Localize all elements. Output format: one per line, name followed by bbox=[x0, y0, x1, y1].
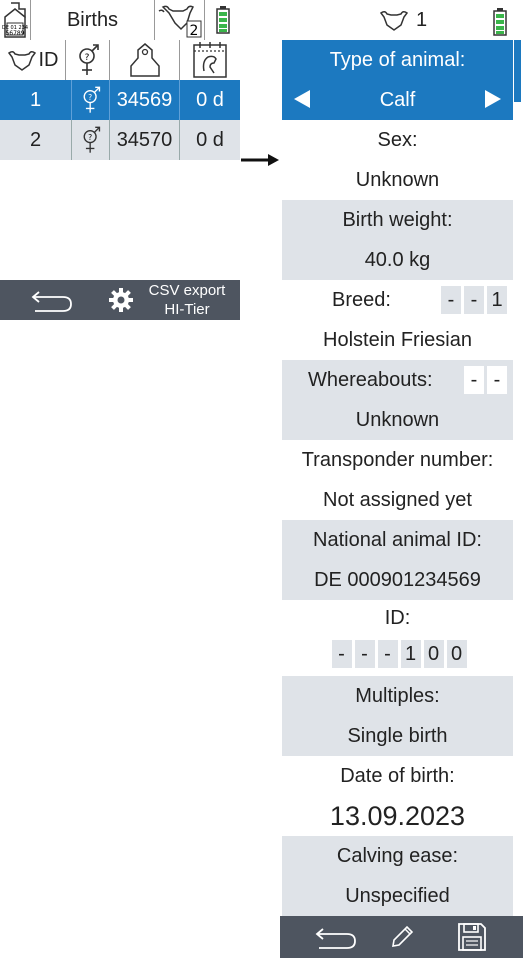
multiples-value[interactable]: Single birth bbox=[282, 716, 513, 756]
hi-tier-label: HI-Tier bbox=[164, 301, 210, 318]
whereabouts-row: Whereabouts: - - bbox=[282, 360, 513, 400]
transponder-value[interactable]: Not assigned yet bbox=[282, 480, 513, 520]
column-header-sex[interactable]: ? bbox=[66, 40, 110, 80]
type-of-animal-value: Calf bbox=[379, 88, 416, 111]
csv-export-button[interactable]: CSV export HI-Tier bbox=[104, 280, 240, 320]
calving-ease-label: Calving ease: bbox=[282, 836, 513, 876]
eartag-number: 34569 bbox=[110, 80, 180, 120]
age-value: 0 d bbox=[196, 128, 224, 151]
column-header-age[interactable] bbox=[180, 40, 240, 80]
date-of-birth-label: Date of birth: bbox=[282, 756, 513, 796]
prev-arrow-icon[interactable] bbox=[292, 88, 312, 116]
whereabouts-digit: - bbox=[487, 366, 507, 394]
save-button[interactable] bbox=[448, 916, 496, 958]
breed-code[interactable]: - - 1 bbox=[438, 286, 507, 314]
column-header-id-label: ID bbox=[38, 48, 59, 71]
right-header: 1 bbox=[282, 0, 523, 40]
save-disk-icon bbox=[458, 923, 486, 951]
birth-weight-label: Birth weight: bbox=[282, 200, 513, 240]
group-count: 2 bbox=[189, 23, 198, 39]
back-button[interactable] bbox=[20, 280, 84, 320]
edit-button[interactable] bbox=[380, 916, 424, 958]
gender-icon: ? bbox=[72, 120, 110, 160]
breed-row: Breed: - - 1 bbox=[282, 280, 513, 320]
svg-text:?: ? bbox=[84, 53, 89, 63]
back-button[interactable] bbox=[304, 916, 368, 958]
eartag-number: 34570 bbox=[110, 120, 180, 160]
id-digit: 1 bbox=[400, 640, 421, 668]
arrow-right-icon bbox=[240, 152, 280, 173]
calendar-calf-icon bbox=[193, 42, 227, 78]
date-of-birth-value[interactable]: 13.09.2023 bbox=[282, 796, 513, 836]
age-value: 0 d bbox=[196, 88, 224, 111]
back-arrow-icon bbox=[315, 928, 356, 949]
calving-ease-value[interactable]: Unspecified bbox=[282, 876, 513, 916]
birth-weight-value[interactable]: 40.0 kg bbox=[282, 240, 513, 280]
cow-head-icon bbox=[379, 10, 408, 31]
id-code[interactable]: - - - 1 0 0 bbox=[282, 636, 513, 672]
table-row[interactable]: 2 ? 34570 0 d bbox=[0, 120, 240, 160]
breed-digit: 1 bbox=[487, 286, 507, 314]
type-of-animal-label: Type of animal: bbox=[329, 48, 466, 71]
gender-icon: ? bbox=[78, 44, 99, 75]
national-id-value[interactable]: DE 000901234569 bbox=[282, 560, 513, 600]
sex-value[interactable]: Unknown bbox=[282, 160, 513, 200]
svg-text:?: ? bbox=[88, 93, 92, 102]
back-arrow-icon bbox=[31, 291, 72, 312]
battery-icon bbox=[205, 0, 240, 40]
svg-text:56789: 56789 bbox=[5, 30, 24, 37]
svg-text:?: ? bbox=[88, 133, 92, 142]
cow-head-icon bbox=[7, 50, 36, 71]
whereabouts-value[interactable]: Unknown bbox=[282, 400, 513, 440]
battery-icon bbox=[493, 8, 507, 41]
eartag-icon bbox=[129, 43, 160, 77]
breed-digit: - bbox=[464, 286, 484, 314]
left-header: DE 01 234 56789 Births 2 bbox=[0, 0, 240, 40]
sex-label: Sex: bbox=[282, 120, 513, 160]
right-footer bbox=[280, 916, 523, 958]
multiples-label: Multiples: bbox=[282, 676, 513, 716]
whereabouts-label: Whereabouts: bbox=[308, 368, 433, 391]
id-digit: - bbox=[377, 640, 398, 668]
group-icon[interactable]: 2 bbox=[155, 0, 205, 40]
left-footer: CSV export HI-Tier bbox=[0, 280, 240, 320]
gender-icon: ? bbox=[72, 80, 110, 120]
csv-export-label: CSV export bbox=[148, 282, 226, 299]
row-number: 2 bbox=[0, 120, 72, 160]
table-row[interactable]: 1 ? 34569 0 d bbox=[0, 80, 240, 120]
pencil-icon bbox=[392, 925, 414, 947]
add-animal-icon[interactable]: DE 01 234 56789 bbox=[0, 0, 31, 40]
id-digit: - bbox=[354, 640, 375, 668]
gear-icon bbox=[109, 288, 133, 312]
id-digit: 0 bbox=[423, 640, 444, 668]
animal-count: 1 bbox=[415, 8, 428, 31]
id-digit: 0 bbox=[446, 640, 467, 668]
breed-label: Breed: bbox=[332, 288, 391, 311]
next-arrow-icon[interactable] bbox=[483, 88, 503, 116]
breed-digit: - bbox=[441, 286, 461, 314]
id-digit: - bbox=[331, 640, 352, 668]
breed-value[interactable]: Holstein Friesian bbox=[282, 320, 513, 360]
transponder-label: Transponder number: bbox=[282, 440, 513, 480]
whereabouts-digit: - bbox=[464, 366, 484, 394]
scrollbar[interactable] bbox=[514, 40, 521, 102]
page-title: Births bbox=[31, 0, 155, 40]
type-of-animal-selector[interactable]: Type of animal: Calf bbox=[282, 40, 513, 120]
whereabouts-code[interactable]: - - bbox=[461, 366, 507, 394]
column-header-id[interactable]: ID bbox=[0, 40, 66, 80]
national-id-label: National animal ID: bbox=[282, 520, 513, 560]
id-label: ID: bbox=[282, 600, 513, 636]
column-header-eartag[interactable] bbox=[110, 40, 180, 80]
row-number: 1 bbox=[0, 80, 72, 120]
